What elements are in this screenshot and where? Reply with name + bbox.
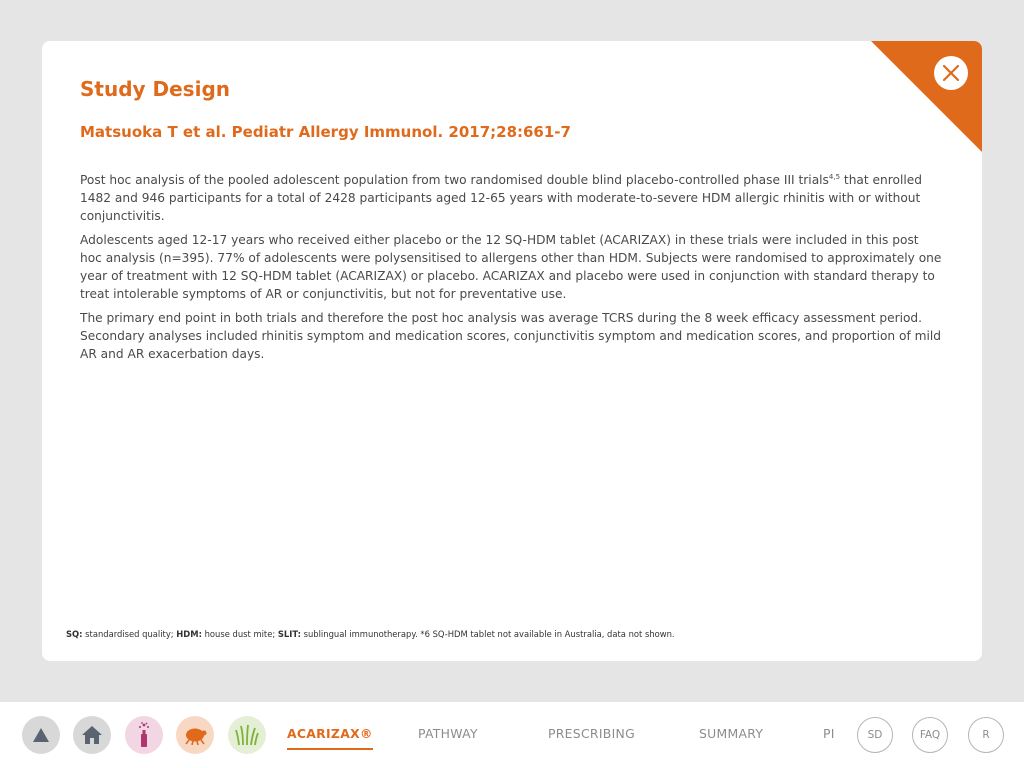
nav-link-pi[interactable]: PI <box>823 726 835 742</box>
grass-button[interactable] <box>228 716 266 754</box>
sd-button[interactable]: SD <box>857 717 893 753</box>
paragraph-2: Adolescents aged 12-17 years who receive… <box>80 233 942 301</box>
home-icon <box>82 726 102 744</box>
nav-link-acarizax[interactable]: ACARIZAX® <box>287 726 373 750</box>
faq-button[interactable]: FAQ <box>912 717 948 753</box>
study-design-modal: Study Design Matsuoka T et al. Pediatr A… <box>42 41 982 661</box>
dust-mite-icon <box>185 728 207 745</box>
paragraph-text: Post hoc analysis of the pooled adolesce… <box>80 173 829 187</box>
study-description: Post hoc analysis of the pooled adolesce… <box>80 171 944 369</box>
corner-accent <box>871 41 982 152</box>
reference-superscript: 4,5 <box>828 172 841 181</box>
footnote-definition: sublingual immunotherapy. *6 SQ-HDM tabl… <box>300 629 675 639</box>
close-icon <box>942 64 960 82</box>
nav-link-prescribing[interactable]: PRESCRIBING <box>548 726 635 742</box>
footnote-definition: standardised quality; <box>82 629 177 639</box>
tree-pollen-icon <box>139 722 149 747</box>
nav-link-pathway[interactable]: PATHWAY <box>418 726 478 742</box>
references-button[interactable]: R <box>968 717 1004 753</box>
bottom-navigation: ACARIZAX® PATHWAY PRESCRIBING SUMMARY PI… <box>0 702 1024 768</box>
modal-title: Study Design <box>80 77 230 101</box>
tree-pollen-button[interactable] <box>125 716 163 754</box>
triangle-up-icon <box>33 728 49 742</box>
scroll-up-button[interactable] <box>22 716 60 754</box>
footnote-term: HDM: <box>176 629 202 639</box>
home-button[interactable] <box>73 716 111 754</box>
footnote-term: SQ: <box>66 629 83 639</box>
citation: Matsuoka T et al. Pediatr Allergy Immuno… <box>80 123 571 141</box>
footnote-term: SLIT: <box>277 629 301 639</box>
grass-icon <box>235 724 259 746</box>
paragraph-3: The primary end point in both trials and… <box>80 311 942 361</box>
dust-mite-button[interactable] <box>176 716 214 754</box>
nav-link-summary[interactable]: SUMMARY <box>699 726 763 742</box>
footnote: SQ: standardised quality; HDM: house dus… <box>66 628 946 640</box>
close-button[interactable] <box>934 56 968 90</box>
footnote-definition: house dust mite; <box>201 629 278 639</box>
paragraph-1: Post hoc analysis of the pooled adolesce… <box>80 171 944 225</box>
